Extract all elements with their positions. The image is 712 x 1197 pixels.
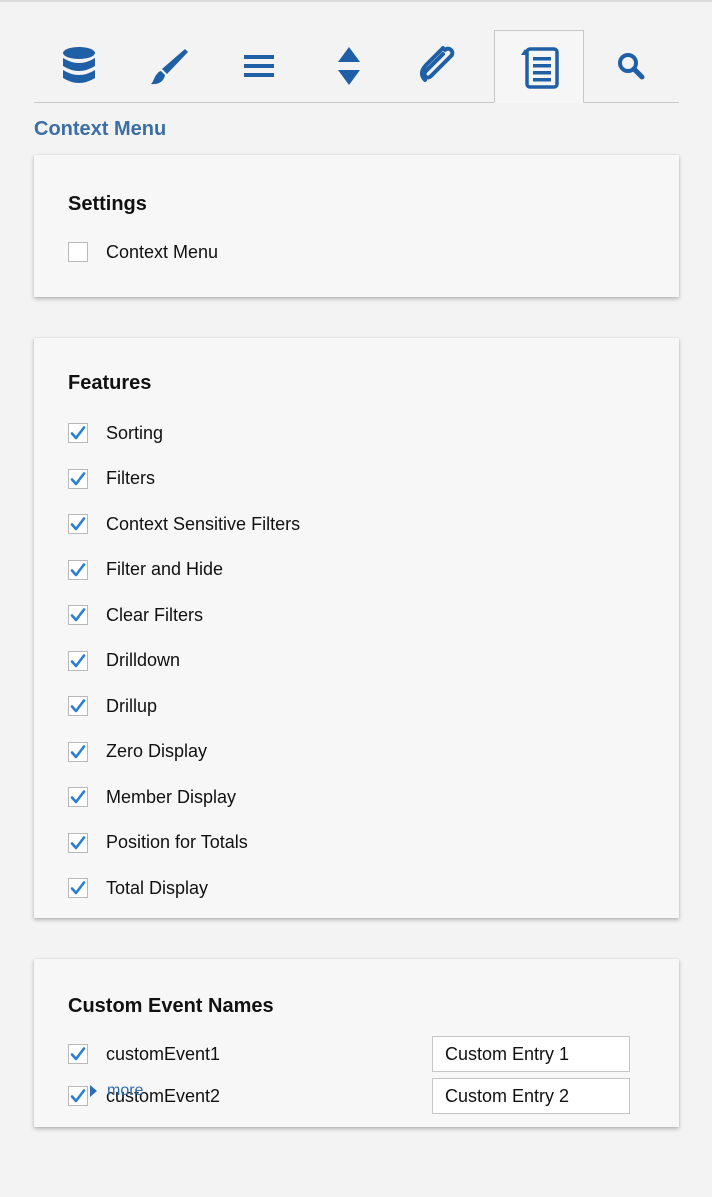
tab-context-menu[interactable] — [494, 30, 584, 103]
more-label: more — [107, 1082, 144, 1099]
feature-checkbox[interactable] — [68, 832, 88, 853]
features-panel: Features Sorting Filters Context Sensitive… — [34, 338, 679, 918]
feature-checkbox[interactable] — [68, 559, 88, 580]
check-icon — [70, 562, 86, 576]
features-title: Features — [68, 372, 152, 394]
feature-row[interactable]: Filter and Hide — [68, 557, 223, 583]
brush-icon — [151, 49, 188, 85]
feature-checkbox[interactable] — [68, 650, 88, 671]
feature-checkbox[interactable] — [68, 423, 88, 443]
feature-checkbox[interactable] — [68, 696, 88, 716]
feature-label: Context Sensitive Filters — [106, 513, 301, 534]
feature-row[interactable]: Sorting — [68, 420, 163, 446]
section-title: Context Menu — [34, 118, 167, 140]
custom-event-checkbox[interactable] — [68, 1086, 88, 1106]
feature-label: Zero Display — [106, 741, 208, 761]
feature-label: Drillup — [106, 695, 158, 716]
custom-events-panel: Custom Event Names customEvent1customEve… — [34, 959, 679, 1127]
feature-label: Position for Totals — [106, 832, 248, 852]
custom-entry-input[interactable] — [432, 1078, 630, 1114]
feature-label: Total Display — [106, 877, 209, 898]
feature-label: Filter and Hide — [106, 559, 224, 579]
feature-row[interactable]: Drillup — [68, 693, 157, 719]
sort-arrows-icon — [338, 47, 360, 85]
check-icon — [70, 790, 86, 804]
custom-events-title: Custom Event Names — [68, 995, 274, 1017]
feature-checkbox[interactable] — [68, 514, 88, 534]
check-icon — [70, 653, 86, 667]
check-icon — [70, 608, 86, 622]
check-icon — [70, 1089, 86, 1103]
feature-row[interactable]: Total Display — [68, 875, 208, 901]
tab-attach[interactable] — [394, 30, 484, 102]
feature-checkbox[interactable] — [68, 605, 88, 625]
feature-row[interactable]: Zero Display — [68, 739, 207, 765]
feature-label: Sorting — [106, 422, 164, 443]
feature-row[interactable]: Clear Filters — [68, 602, 203, 628]
feature-checkbox[interactable] — [68, 787, 88, 807]
feature-row[interactable]: Context Sensitive Filters — [68, 511, 300, 537]
feature-row[interactable]: Drilldown — [68, 648, 180, 674]
database-icon — [63, 47, 95, 83]
context-menu-checkbox[interactable] — [68, 242, 88, 262]
feature-checkbox[interactable] — [68, 468, 88, 489]
check-icon — [70, 699, 86, 713]
list-icon — [521, 46, 559, 89]
feature-row[interactable]: Position for Totals — [68, 830, 248, 856]
custom-event-checkbox[interactable] — [68, 1044, 88, 1064]
tab-search[interactable] — [586, 30, 676, 102]
check-icon — [70, 471, 86, 485]
paperclip-icon — [419, 46, 455, 82]
custom-entry-input[interactable] — [432, 1036, 630, 1072]
feature-row[interactable]: Member Display — [68, 784, 236, 810]
custom-event-label: customEvent1 — [106, 1043, 221, 1064]
feature-label: Clear Filters — [106, 604, 204, 625]
feature-row[interactable]: Filters — [68, 466, 155, 492]
hamburger-icon — [244, 55, 274, 77]
context-menu-checkbox-row[interactable]: Context Menu — [68, 239, 218, 265]
search-icon — [618, 53, 645, 80]
feature-label: Drilldown — [106, 650, 181, 670]
check-icon — [70, 744, 86, 758]
check-icon — [70, 881, 86, 895]
context-menu-label: Context Menu — [106, 241, 219, 262]
tab-sort[interactable] — [304, 30, 394, 102]
expand-triangle-icon — [90, 1085, 97, 1097]
custom-event-row[interactable]: customEvent1 — [68, 1041, 220, 1067]
settings-title: Settings — [68, 193, 147, 215]
feature-label: Member Display — [106, 786, 237, 807]
check-icon — [70, 1047, 86, 1061]
top-divider — [0, 0, 712, 2]
tab-data[interactable] — [34, 30, 124, 102]
settings-panel: Settings Context Menu — [34, 155, 679, 297]
feature-label: Filters — [106, 468, 155, 488]
feature-checkbox[interactable] — [68, 878, 88, 898]
more-link[interactable]: more — [90, 1082, 143, 1100]
check-icon — [70, 426, 86, 440]
feature-checkbox[interactable] — [68, 741, 88, 762]
check-icon — [70, 835, 86, 849]
tab-bar — [34, 30, 679, 103]
tab-style[interactable] — [124, 30, 214, 102]
tab-menu[interactable] — [214, 30, 304, 102]
check-icon — [70, 517, 86, 531]
